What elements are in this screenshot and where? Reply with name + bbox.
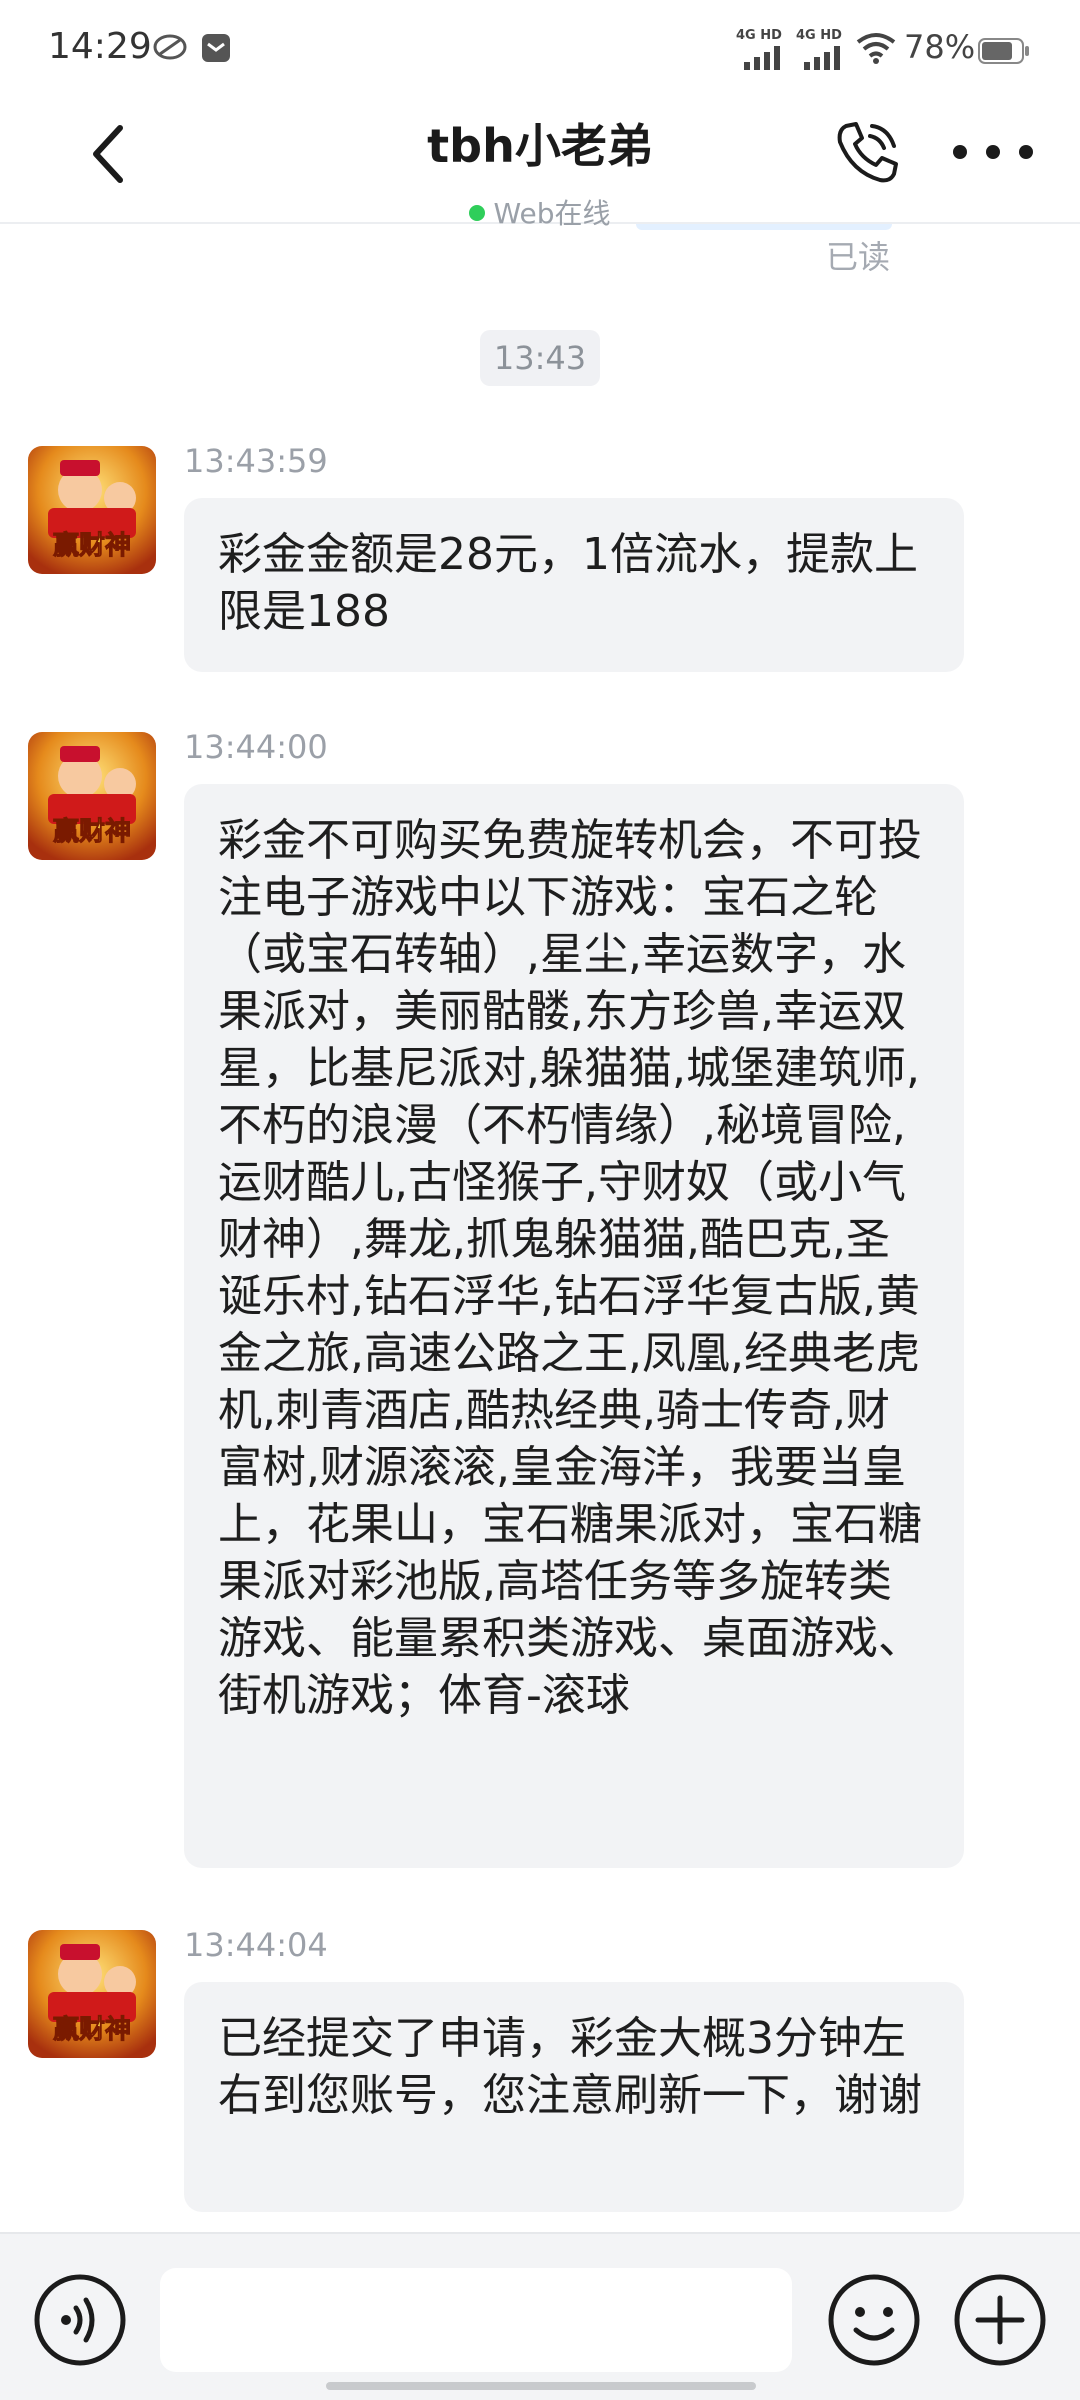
more-dots-icon[interactable] [948, 140, 1038, 164]
time-separator: 13:43 [480, 330, 600, 386]
message-input[interactable] [160, 2268, 792, 2372]
phone-icon[interactable] [832, 118, 902, 188]
chat-header: tbh小老弟 Web在线 [0, 100, 1080, 230]
home-indicator[interactable] [326, 2382, 756, 2390]
online-dot-icon [469, 205, 486, 221]
cellular-signal-2-icon: 4G HD [796, 28, 848, 70]
avatar[interactable]: 赢财神 [28, 1930, 156, 2058]
avatar[interactable]: 赢财神 [28, 732, 156, 860]
read-receipt: 已读 [826, 238, 891, 276]
online-status-label: Web在线 [493, 197, 611, 230]
message-timestamp: 13:43:59 [184, 442, 328, 480]
signal-2-label: 4G HD [796, 28, 842, 43]
input-bar [0, 2232, 1080, 2400]
message-bubble[interactable]: 已经提交了申请，彩金大概3分钟左右到您账号，您注意刷新一下，谢谢 [184, 1982, 964, 2212]
wifi-icon [856, 33, 896, 64]
svg-text:赢财神: 赢财神 [53, 2014, 131, 2045]
message-timestamp: 13:44:04 [184, 1926, 328, 1964]
voice-icon[interactable] [32, 2272, 128, 2368]
signal-1-label: 4G HD [736, 28, 782, 43]
online-status: Web在线 [0, 192, 1080, 232]
smiley-icon[interactable] [826, 2272, 922, 2368]
cellular-signal-1-icon: 4G HD [736, 28, 788, 70]
message-timestamp: 13:44:00 [184, 728, 328, 766]
leaf-notification-icon [153, 34, 187, 60]
status-time: 14:29 [48, 26, 152, 67]
battery-percentage: 78% [904, 28, 976, 66]
avatar[interactable]: 赢财神 [28, 446, 156, 574]
message-bubble[interactable]: 彩金金额是28元，1倍流水，提款上限是188 [184, 498, 964, 672]
previous-message-edge [636, 224, 892, 230]
chat-title: tbh小老弟 [427, 119, 653, 173]
status-bar: 14:29 4G HD 4G HD 78% [0, 0, 1080, 100]
svg-text:赢财神: 赢财神 [53, 530, 131, 561]
plus-icon[interactable] [952, 2272, 1048, 2368]
battery-icon [978, 38, 1029, 64]
message-notification-icon [202, 34, 230, 62]
message-bubble[interactable]: 彩金不可购买免费旋转机会，不可投注电子游戏中以下游戏：宝石之轮（或宝石转轴）,星… [184, 784, 964, 1868]
svg-text:赢财神: 赢财神 [53, 816, 131, 847]
